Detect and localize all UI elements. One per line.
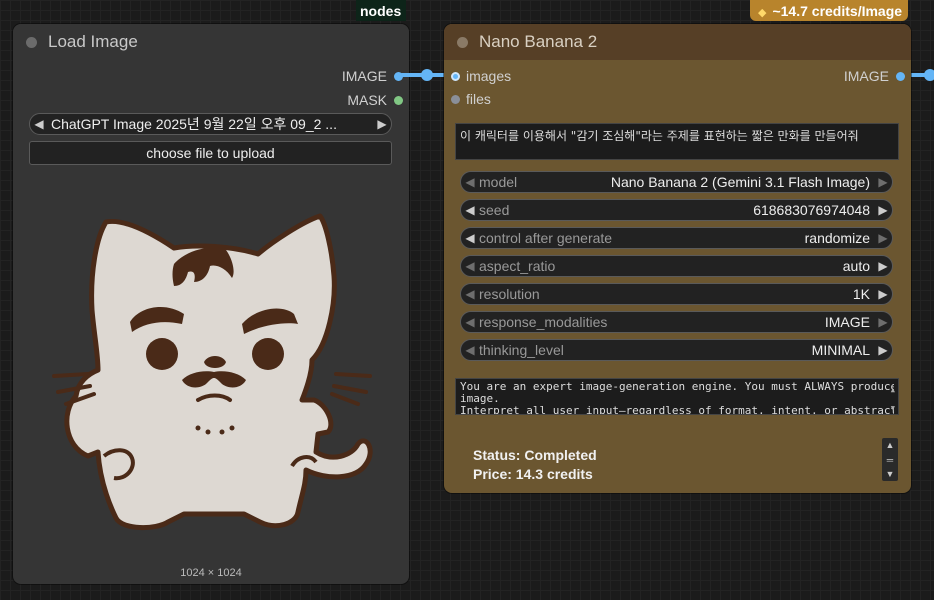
widget-label: resolution [479,286,540,302]
prev-arrow-icon[interactable]: ◀ [461,231,479,245]
next-arrow-icon[interactable]: ▶ [874,203,892,217]
collapse-dot-icon[interactable] [26,36,37,48]
nano-banana-title: Nano Banana 2 [479,32,598,51]
next-arrow-icon[interactable]: ▶ [874,259,892,273]
thinking-level-combo[interactable]: ◀ thinking_level MINIMAL ▶ [460,339,893,361]
system-prompt-line: image. [460,393,500,405]
output-image-label: IMAGE [341,68,387,84]
widget-label: aspect_ratio [479,258,556,274]
scroll-handle-icon[interactable]: ═ [887,455,893,465]
widget-value: MINIMAL [811,342,870,358]
output-mask-slot[interactable] [394,96,403,105]
collapse-dot-icon[interactable] [457,36,468,48]
widget-value: randomize [804,230,870,246]
image-select-value: ChatGPT Image 2025년 9월 22일 오후 09_2 ... [51,116,337,132]
next-arrow-icon[interactable]: ▶ [874,315,892,329]
prev-arrow-icon[interactable]: ◀ [461,287,479,301]
price-text: Price: 14.3 credits [473,466,593,482]
nodes-tag: nodes [356,0,406,21]
system-prompt-line: Interpret all user input—regardless of f… [460,405,894,415]
status-text: Status: Completed [473,447,597,463]
widget-value: 618683076974048 [753,202,870,218]
output-mask-label: MASK [347,92,387,108]
credits-text: ~14.7 credits/Image [772,3,903,19]
textarea-scroll-icon[interactable]: ▲ ▼ [891,381,895,414]
resolution-combo[interactable]: ◀ resolution 1K ▶ [460,283,893,305]
prompt-textarea[interactable]: 이 캐릭터를 이용해서 "감기 조심해"라는 주제를 표현하는 짧은 만화를 만… [455,123,899,160]
prev-arrow-icon[interactable]: ◀ [461,259,479,273]
link-center-knob[interactable] [421,69,433,81]
prev-arrow-icon[interactable]: ◀ [461,175,479,189]
coin-icon: ◆ [758,7,767,19]
widget-value: auto [842,258,870,274]
status-block: Status: Completed Price: 14.3 credits [473,446,597,484]
widget-label: model [479,174,518,190]
input-images-slot[interactable] [451,72,460,81]
next-arrow-icon[interactable]: ▶ [874,287,892,301]
credits-tag: ◆ ~14.7 credits/Image [750,0,908,21]
status-scrollbar[interactable]: ▲ ═ ▼ [882,438,898,481]
right-eye [252,338,284,370]
image-size-label: 1024 × 1024 [180,567,242,579]
response-modalities-combo[interactable]: ◀ response_modalities IMAGE ▶ [460,311,893,333]
aspect-ratio-combo[interactable]: ◀ aspect_ratio auto ▶ [460,255,893,277]
widget-label: response_modalities [479,314,608,330]
image-preview [52,213,373,530]
prev-arrow-icon[interactable]: ◀ [461,343,479,357]
scroll-down-icon[interactable]: ▼ [886,469,895,479]
widget-label: thinking_level [479,342,564,358]
input-images-label: images [466,68,512,84]
output-image-slot[interactable] [896,72,905,81]
model-combo[interactable]: ◀ model Nano Banana 2 (Gemini 3.1 Flash … [460,171,893,193]
nano-banana-node[interactable]: Nano Banana 2 images files IMAGE 이 캐릭터를 … [444,24,911,493]
output-image-label: IMAGE [843,68,889,84]
next-arrow-icon[interactable]: ▶ [373,117,391,131]
widget-value: 1K [852,286,870,302]
upload-button[interactable]: choose file to upload [29,141,392,165]
widget-label: seed [479,202,510,218]
nano-banana-header[interactable]: Nano Banana 2 [444,24,911,60]
left-eye [146,338,178,370]
load-image-title: Load Image [48,32,138,51]
prev-arrow-icon[interactable]: ◀ [461,315,479,329]
output-link-knob[interactable] [924,69,934,81]
input-files-slot[interactable] [451,95,460,104]
prev-arrow-icon[interactable]: ◀ [30,117,48,131]
widget-value: Nano Banana 2 (Gemini 3.1 Flash Image) [610,174,870,190]
system-prompt-textarea[interactable]: You are an expert image-generation engin… [455,378,899,415]
control-after-generate-combo[interactable]: ◀ control after generate randomize ▶ [460,227,893,249]
seed-number[interactable]: ◀ seed 618683076974048 ▶ [460,199,893,221]
image-select-combo[interactable]: ◀ ChatGPT Image 2025년 9월 22일 오후 09_2 ...… [29,113,392,135]
load-image-node[interactable]: Load Image IMAGE MASK ◀ ChatGPT Image 20… [13,24,409,584]
load-image-header[interactable]: Load Image [13,24,409,60]
widget-value: IMAGE [824,314,870,330]
next-arrow-icon[interactable]: ▶ [874,231,892,245]
input-files-label: files [466,91,491,107]
system-prompt-line: You are an expert image-generation engin… [460,381,894,393]
prev-arrow-icon[interactable]: ◀ [461,203,479,217]
scroll-up-icon[interactable]: ▲ [886,440,895,450]
widget-label: control after generate [479,230,613,246]
next-arrow-icon[interactable]: ▶ [874,343,892,357]
next-arrow-icon[interactable]: ▶ [874,175,892,189]
